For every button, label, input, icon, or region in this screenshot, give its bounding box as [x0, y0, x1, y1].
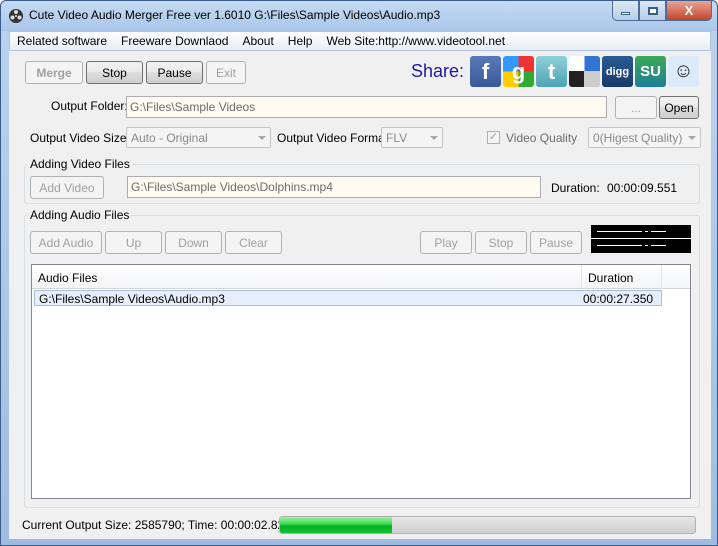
output-video-size-value: Auto - Original [131, 131, 208, 145]
video-quality-label: Video Quality [506, 131, 578, 145]
output-video-format-value: FLV [386, 131, 408, 145]
exit-button[interactable]: Exit [206, 61, 246, 84]
maximize-icon [647, 6, 658, 15]
output-video-size-select[interactable]: Auto - Original [126, 127, 271, 148]
minimize-icon [621, 12, 630, 15]
share-label: Share: [411, 61, 465, 81]
video-quality-value: 0(Higest Quality) [593, 131, 683, 145]
video-duration-label: Duration: [551, 181, 600, 195]
video-quality-checkbox[interactable]: ✓ [487, 131, 500, 144]
minimize-button[interactable] [612, 1, 639, 21]
close-button[interactable]: X [666, 1, 712, 21]
add-audio-button[interactable]: Add Audio [30, 231, 102, 254]
stop-button[interactable]: Stop [86, 61, 143, 84]
move-down-button[interactable]: Down [165, 231, 222, 254]
window-title: Cute Video Audio Merger Free ver 1.6010 … [29, 8, 441, 22]
menu-about[interactable]: About [235, 34, 280, 48]
list-item[interactable]: G:\Files\Sample Videos\Audio.mp3 00:00:2… [34, 290, 662, 306]
maximize-button[interactable] [639, 1, 666, 21]
play-audio-button[interactable]: Play [420, 231, 472, 254]
output-video-format-select[interactable]: FLV [381, 127, 443, 148]
video-duration-value: 00:00:09.551 [607, 181, 678, 195]
menu-website[interactable]: Web Site:http://www.videotool.net [319, 34, 512, 48]
pause-button[interactable]: Pause [146, 61, 203, 84]
add-video-button[interactable]: Add Video [30, 176, 104, 199]
clear-button[interactable]: Clear [225, 231, 282, 254]
video-group-title: Adding Video Files [28, 157, 132, 171]
open-folder-button[interactable]: Open [659, 96, 699, 119]
menu-related-software[interactable]: Related software [10, 34, 114, 48]
chevron-down-icon [688, 136, 696, 140]
video-file-field[interactable]: G:\Files\Sample Videos\Dolphins.mp4 [127, 176, 541, 198]
audio-file-duration: 00:00:27.350 [583, 292, 654, 306]
film-reel-icon [9, 9, 23, 23]
audio-files-list[interactable]: Audio Files Duration G:\Files\Sample Vid… [31, 264, 691, 499]
reddit-icon[interactable]: ☺ [668, 56, 699, 87]
digg-icon[interactable]: digg [602, 56, 633, 87]
close-icon: X [684, 3, 694, 18]
video-quality-select[interactable]: 0(Higest Quality) [588, 127, 701, 148]
audio-group-title: Adding Audio Files [28, 208, 132, 222]
output-video-format-label: Output Video Format: [277, 131, 392, 145]
menu-bar: Related software Freeware Downlaod About… [9, 31, 711, 51]
progress-bar [279, 516, 696, 534]
merge-button[interactable]: Merge [25, 61, 83, 84]
twitter-icon[interactable]: t [536, 56, 567, 87]
menu-help[interactable]: Help [281, 34, 320, 48]
status-text: Current Output Size: 2585790; Time: 00:0… [22, 518, 291, 532]
audio-file-path: G:\Files\Sample Videos\Audio.mp3 [39, 292, 225, 306]
delicious-icon[interactable] [569, 56, 600, 87]
main-panel: Merge Stop Pause Exit Share: f g t digg … [9, 51, 711, 539]
stop-audio-button[interactable]: Stop [475, 231, 527, 254]
menu-freeware-download[interactable]: Freeware Downlaod [114, 34, 235, 48]
chevron-down-icon [430, 136, 438, 140]
move-up-button[interactable]: Up [105, 231, 162, 254]
list-header: Audio Files Duration [32, 265, 690, 289]
audio-level-meter [591, 225, 691, 253]
browse-button[interactable]: ... [615, 96, 657, 119]
google-icon[interactable]: g [503, 56, 534, 87]
app-window: Cute Video Audio Merger Free ver 1.6010 … [0, 0, 718, 546]
output-folder-label: Output Folder: [51, 99, 128, 113]
output-video-size-label: Output Video Size: [30, 131, 130, 145]
column-header-audio-files[interactable]: Audio Files [32, 265, 582, 289]
title-bar[interactable]: Cute Video Audio Merger Free ver 1.6010 … [1, 1, 717, 31]
progress-fill [280, 517, 393, 533]
output-folder-field[interactable]: G:\Files\Sample Videos [126, 96, 607, 118]
facebook-icon[interactable]: f [470, 56, 501, 87]
pause-audio-button[interactable]: Pause [530, 231, 582, 254]
column-header-duration[interactable]: Duration [582, 265, 662, 289]
stumbleupon-icon[interactable]: SU [635, 56, 666, 87]
chevron-down-icon [258, 136, 266, 140]
